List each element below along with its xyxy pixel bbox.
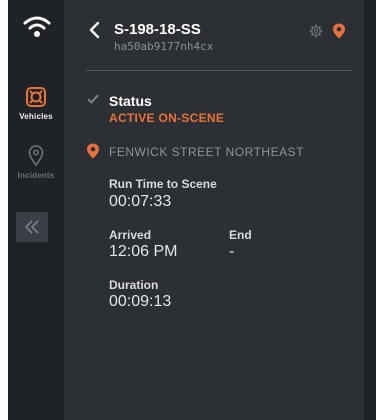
arrived-value: 12:06 PM — [109, 243, 178, 260]
location-pin-icon — [87, 143, 99, 159]
sidebar-item-vehicles[interactable]: Vehicles — [8, 86, 64, 121]
vehicle-title: S-198-18-SS — [114, 21, 201, 38]
wifi-logo-icon — [23, 16, 51, 37]
sidebar-item-vehicles-label: Vehicles — [19, 112, 53, 121]
window-edge — [0, 0, 8, 420]
collapse-sidebar-button[interactable] — [16, 212, 48, 242]
double-chevron-left-icon — [24, 220, 39, 234]
back-chevron-icon[interactable] — [88, 20, 102, 40]
status-value: ACTIVE ON-SCENE — [109, 111, 225, 125]
ambulance-wheel-icon — [26, 87, 46, 107]
vehicle-id: ha50ab9177nh4cx — [114, 40, 214, 53]
run-time-label: Run Time to Scene — [109, 177, 217, 191]
end-label: End — [229, 228, 252, 242]
location-address: FENWICK STREET NORTHEAST — [109, 145, 304, 159]
sidebar-item-incidents-label: Incidents — [17, 171, 55, 180]
map-pin-icon[interactable] — [332, 23, 346, 39]
status-label: Status — [109, 93, 152, 109]
checkmark-icon — [87, 94, 99, 104]
duration-label: Duration — [109, 278, 159, 292]
side-rail: Vehicles Incidents — [8, 0, 64, 420]
run-time-value: 00:07:33 — [109, 193, 172, 210]
gear-icon[interactable] — [309, 24, 323, 38]
location-pin-icon — [28, 145, 44, 167]
duration-value: 00:09:13 — [109, 293, 172, 310]
end-value: - — [229, 243, 235, 260]
right-edge-strip — [364, 0, 376, 420]
arrived-label: Arrived — [109, 228, 152, 242]
vehicle-detail-panel: S-198-18-SS ha50ab9177nh4cx Status ACTIV… — [64, 0, 376, 420]
header-divider — [86, 70, 353, 71]
sidebar-item-incidents[interactable]: Incidents — [8, 145, 64, 180]
